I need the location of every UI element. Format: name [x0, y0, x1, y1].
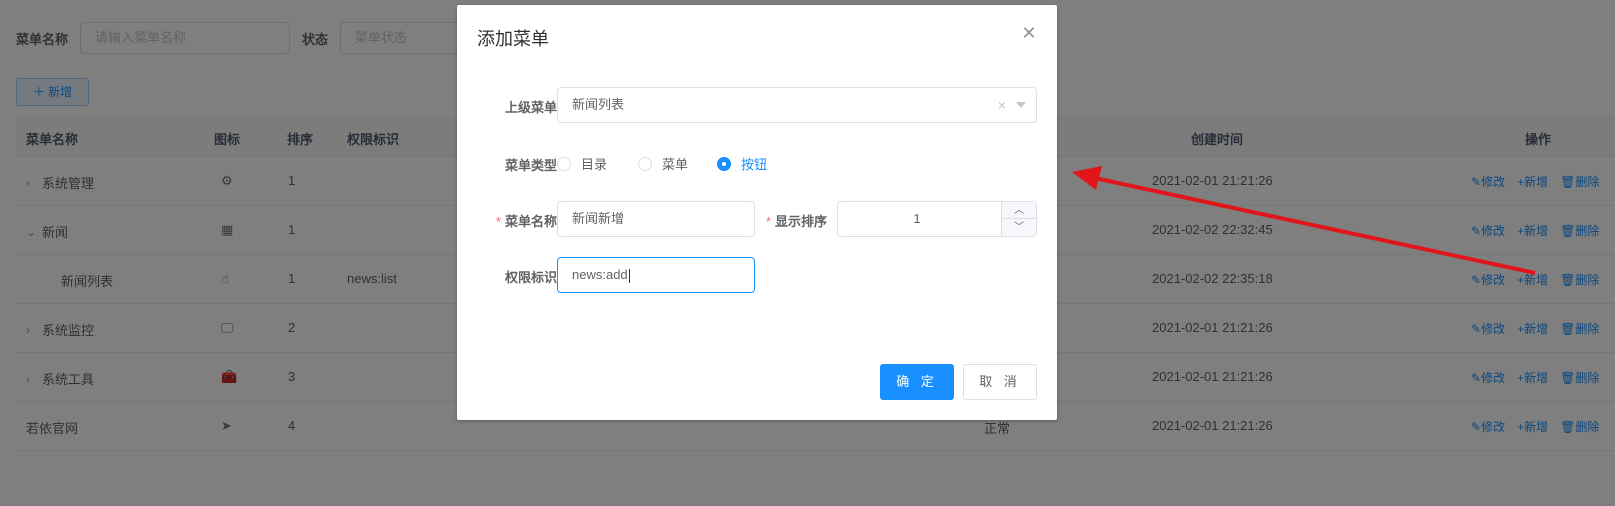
annotation-arrow-line	[1089, 175, 1536, 275]
annotation-arrow-head	[1072, 166, 1102, 190]
annotation-arrow	[1072, 166, 1536, 275]
